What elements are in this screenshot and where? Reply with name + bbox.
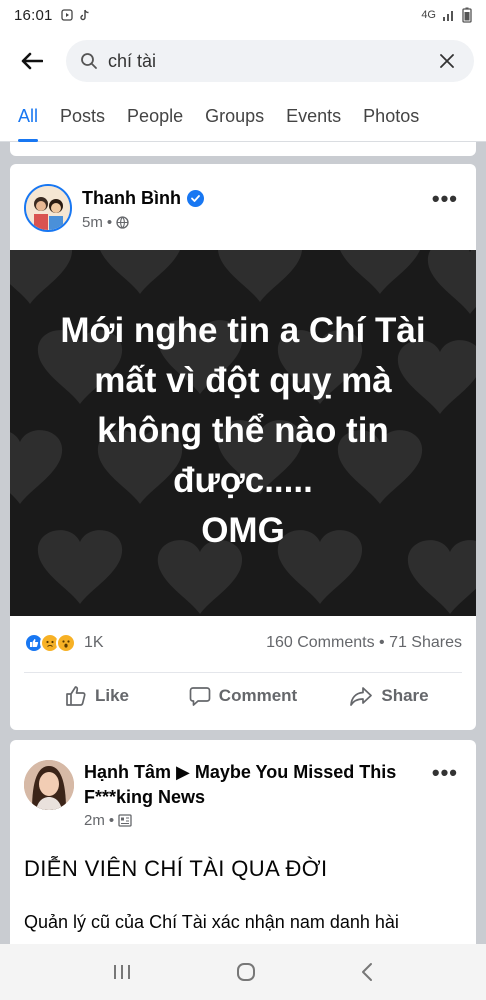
share-button[interactable]: Share (316, 685, 462, 707)
tab-posts[interactable]: Posts (49, 92, 116, 142)
caption-line: mất vì đột quỵ mà (94, 361, 392, 400)
avatar-image (24, 760, 74, 810)
meta-dot: • (108, 812, 115, 829)
post-meta: 2m • (84, 812, 132, 829)
status-bar: 16:01 4G (0, 0, 486, 30)
play-icon (60, 9, 73, 21)
search-box[interactable]: chí tài (66, 40, 474, 82)
caption-line: Mới nghe tin a Chí Tài (60, 311, 426, 350)
search-tabs: All Posts People Groups Events Photos (0, 92, 486, 142)
back-icon[interactable] (360, 962, 374, 982)
reactions-row: 1K 160 Comments • 71 Shares (24, 630, 462, 656)
avatar-image (26, 186, 70, 230)
wow-reaction-icon (56, 633, 76, 653)
search-header: chí tài (0, 30, 486, 92)
post-card: Thanh Bình 5m • ••• Mới nghe tin a Chí T… (10, 164, 476, 730)
network-label: 4G (421, 9, 436, 21)
meta-dot: • (106, 214, 113, 231)
tab-events[interactable]: Events (275, 92, 352, 142)
tab-photos[interactable]: Photos (352, 92, 430, 142)
status-time: 16:01 (14, 6, 53, 24)
post-meta: 5m • (82, 214, 129, 231)
clear-search-button[interactable] (434, 48, 460, 74)
post-time[interactable]: 5m (82, 214, 103, 231)
reaction-count[interactable]: 1K (84, 634, 104, 652)
comment-icon (189, 686, 211, 706)
page-icon (118, 814, 132, 827)
back-arrow-icon (21, 52, 43, 70)
caption-line: được..... (173, 461, 313, 500)
battery-icon (462, 7, 472, 23)
post-header: Thanh Bình 5m • ••• (24, 184, 462, 236)
status-right: 4G (421, 7, 472, 23)
caption-line: OMG (201, 511, 285, 550)
post-headline: DIỄN VIÊN CHÍ TÀI QUA ĐỜI (24, 856, 328, 881)
signal-icon (443, 11, 453, 21)
more-options-icon[interactable]: ••• (432, 760, 458, 786)
notification-icons (60, 9, 91, 21)
tab-people[interactable]: People (116, 92, 194, 142)
avatar[interactable] (24, 760, 74, 810)
comment-button[interactable]: Comment (170, 685, 316, 707)
like-icon (66, 685, 86, 706)
more-options-icon[interactable]: ••• (432, 186, 458, 212)
verified-badge-icon (186, 190, 204, 207)
share-label: Share (381, 685, 429, 705)
comment-label: Comment (218, 685, 298, 705)
recents-icon[interactable] (112, 963, 132, 981)
home-icon[interactable] (235, 961, 257, 983)
globe-icon (116, 216, 129, 229)
comments-shares-count[interactable]: 160 Comments • 71 Shares (266, 634, 462, 652)
reaction-icons[interactable] (24, 633, 76, 653)
like-button[interactable]: Like (24, 685, 170, 707)
post-card: Hạnh Tâm ▶ Maybe You Missed This F***kin… (10, 740, 476, 950)
tiktok-icon (79, 9, 89, 21)
post-author[interactable]: Hạnh Tâm ▶ Maybe You Missed This F***kin… (84, 760, 414, 810)
share-icon (350, 686, 373, 706)
tab-groups[interactable]: Groups (194, 92, 275, 142)
post-time[interactable]: 2m (84, 812, 105, 829)
caption-line: không thể nào tin (97, 411, 389, 450)
author-name[interactable]: Thanh Bình (82, 188, 181, 209)
post-body: Quản lý cũ của Chí Tài xác nhận nam danh… (24, 912, 399, 932)
image-caption: Mới nghe tin a Chí Tài mất vì đột quỵ mà… (10, 306, 476, 556)
previous-card-edge (10, 142, 476, 156)
tab-all[interactable]: All (18, 92, 49, 142)
post-actions: Like Comment Share (24, 672, 462, 718)
post-author[interactable]: Thanh Bình (82, 188, 204, 209)
avatar[interactable] (24, 184, 72, 232)
post-image[interactable]: Mới nghe tin a Chí Tài mất vì đột quỵ mà… (10, 250, 476, 616)
back-button[interactable] (12, 41, 52, 81)
system-nav-bar (0, 944, 486, 1000)
like-label: Like (94, 685, 130, 705)
close-icon (440, 54, 454, 68)
search-input[interactable]: chí tài (108, 51, 434, 72)
search-icon (81, 53, 97, 69)
